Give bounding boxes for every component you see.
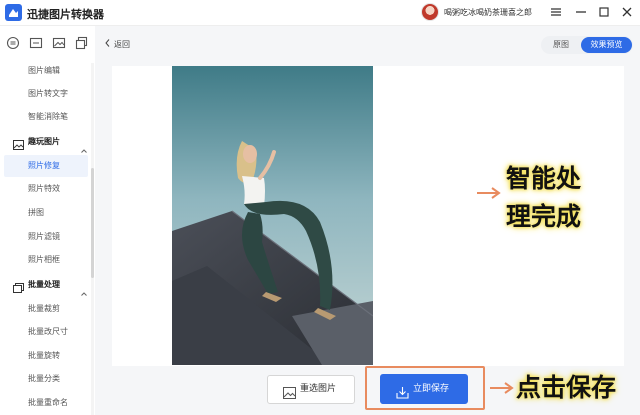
sidebar-item-collage[interactable]: 拼图: [0, 202, 90, 224]
sidebar-item-photo-repair[interactable]: 照片修复: [4, 155, 88, 177]
sidebar-item-photo-filter[interactable]: 照片滤镜: [0, 226, 90, 248]
convert-icon[interactable]: [6, 36, 20, 50]
app-logo-icon: [5, 4, 22, 21]
avatar[interactable]: [421, 3, 439, 21]
back-button[interactable]: 返回: [105, 39, 130, 50]
back-label: 返回: [114, 40, 130, 49]
app-title: 迅捷图片转换器: [27, 8, 104, 21]
arrow-right-icon: [490, 382, 514, 394]
sidebar-item-photo-frame[interactable]: 照片相框: [0, 249, 90, 271]
batch-icon: [13, 280, 24, 293]
chevron-up-icon: [81, 140, 87, 153]
close-icon[interactable]: [619, 4, 635, 20]
reselect-label: 重选图片: [300, 384, 337, 394]
sidebar: 图片编辑 图片转文字 智能消除笔 趣玩图片 照片修复 照片特效 拼图 照片滤镜 …: [0, 63, 94, 415]
arrow-right-icon: [477, 187, 501, 199]
sidebar-group-label: 趣玩图片: [28, 137, 60, 146]
image-icon[interactable]: [52, 36, 66, 50]
image-icon: [283, 384, 296, 411]
title-bar: 迅捷图片转换器 喝粥吃冰喝奶茶珊喜之郎: [0, 0, 640, 26]
image-icon: [13, 137, 24, 150]
tab-effect-preview[interactable]: 效果预览: [581, 37, 632, 53]
annotation-line-2: 理完成: [506, 202, 582, 231]
download-icon: [396, 382, 409, 412]
chevron-up-icon: [81, 283, 87, 296]
username[interactable]: 喝粥吃冰喝奶茶珊喜之郎: [444, 7, 532, 18]
annotation-line-1: 智能处: [506, 164, 582, 193]
minimize-icon[interactable]: [573, 4, 589, 20]
sidebar-item-image-to-text[interactable]: 图片转文字: [0, 83, 90, 105]
reselect-image-button[interactable]: 重选图片: [267, 375, 355, 404]
sidebar-item-batch-classify[interactable]: 批量分类: [0, 368, 90, 390]
sidebar-item-batch-crop[interactable]: 批量裁剪: [0, 298, 90, 320]
sidebar-group-fun[interactable]: 趣玩图片: [0, 131, 94, 153]
copy-icon[interactable]: [75, 36, 89, 50]
sidebar-item-image-edit[interactable]: 图片编辑: [0, 60, 90, 82]
view-toggle: 原图 效果预览: [541, 36, 633, 54]
scrollbar-thumb[interactable]: [91, 168, 94, 278]
pdf-icon[interactable]: [29, 36, 43, 50]
sidebar-item-batch-rename[interactable]: 批量重命名: [0, 392, 90, 414]
annotation-save-hint: 点击保存: [516, 373, 617, 402]
tab-original[interactable]: 原图: [541, 36, 581, 54]
sidebar-group-label: 批量处理: [28, 280, 60, 289]
menu-icon[interactable]: [548, 4, 564, 20]
sidebar-group-batch[interactable]: 批量处理: [0, 274, 94, 296]
sidebar-item-batch-resize[interactable]: 批量改尺寸: [0, 321, 90, 343]
sidebar-item-batch-rotate[interactable]: 批量旋转: [0, 345, 90, 367]
maximize-icon[interactable]: [596, 4, 612, 20]
sidebar-item-smart-eraser[interactable]: 智能消除笔: [0, 106, 90, 128]
chevron-left-icon: [105, 39, 110, 49]
save-now-button[interactable]: 立即保存: [380, 374, 468, 404]
sidebar-item-photo-effects[interactable]: 照片特效: [0, 178, 90, 200]
save-label: 立即保存: [413, 384, 450, 394]
tool-rail: [0, 26, 94, 63]
preview-photo: [172, 66, 373, 365]
